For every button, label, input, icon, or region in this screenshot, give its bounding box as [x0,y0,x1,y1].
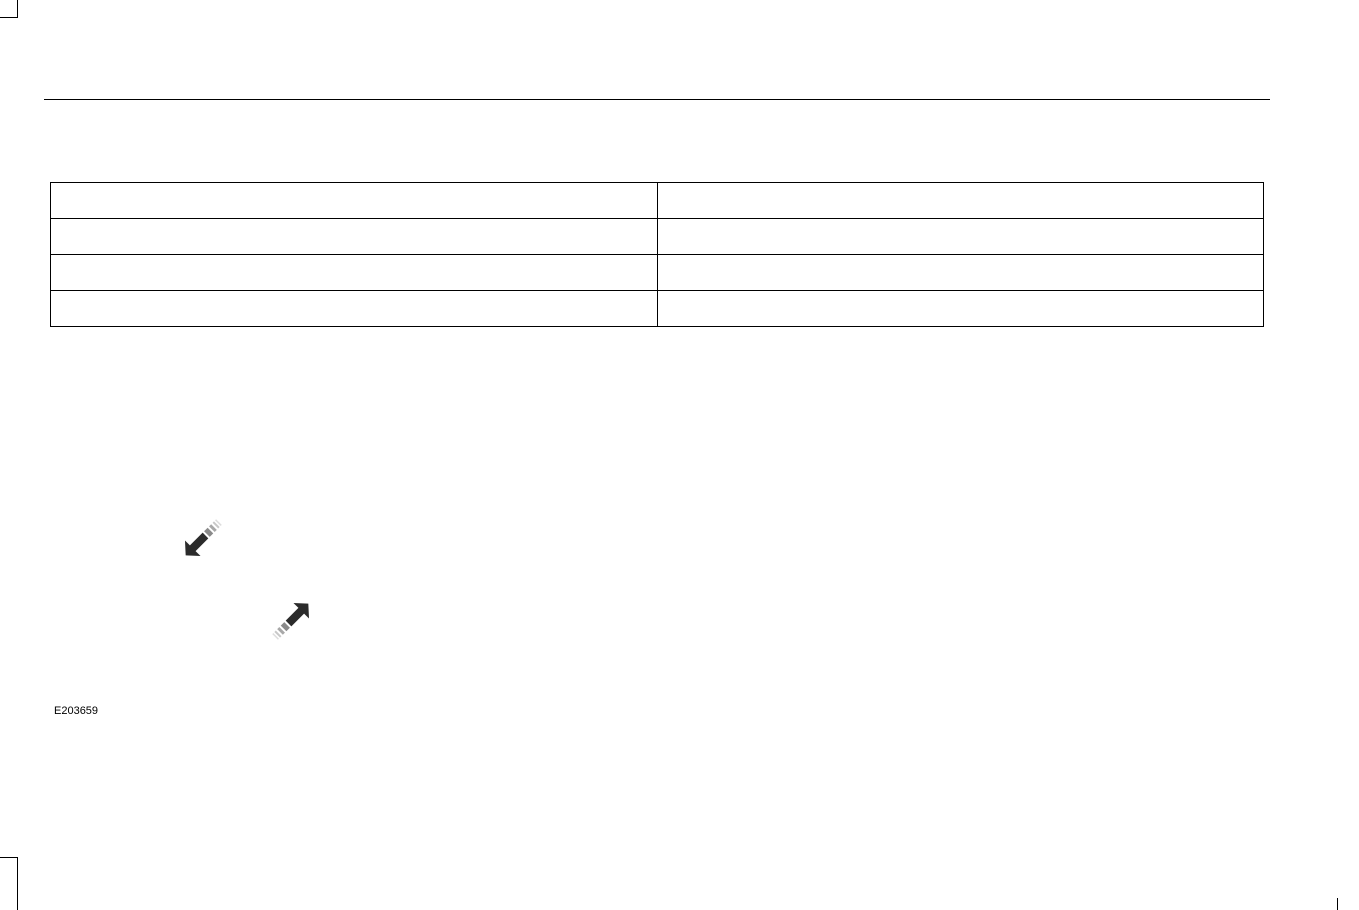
table-cell [50,182,658,219]
table-cell [656,182,1264,219]
table-row [50,290,1264,327]
table-cell [656,290,1264,327]
illustration [184,519,310,640]
data-table [50,182,1264,327]
crop-mark-bottom-left-vertical [17,857,18,910]
table-row [50,218,1264,255]
table-cell [656,218,1264,255]
table-row [50,254,1264,291]
figure-code: E203659 [54,705,99,717]
crop-mark-top-left-vertical [17,0,18,18]
table-row [50,182,1264,219]
crop-mark-bottom-left-horizontal [0,857,18,858]
crop-mark-top-left-horizontal [0,17,18,18]
table-cell [50,290,658,327]
table-cell [50,218,658,255]
table-cell [656,254,1264,291]
table-cell [50,254,658,291]
crop-mark-bottom-right-vertical [1337,898,1338,910]
arrow-down-left-icon [184,519,222,557]
header-rule [44,99,1270,100]
arrow-up-right-icon [272,602,310,640]
